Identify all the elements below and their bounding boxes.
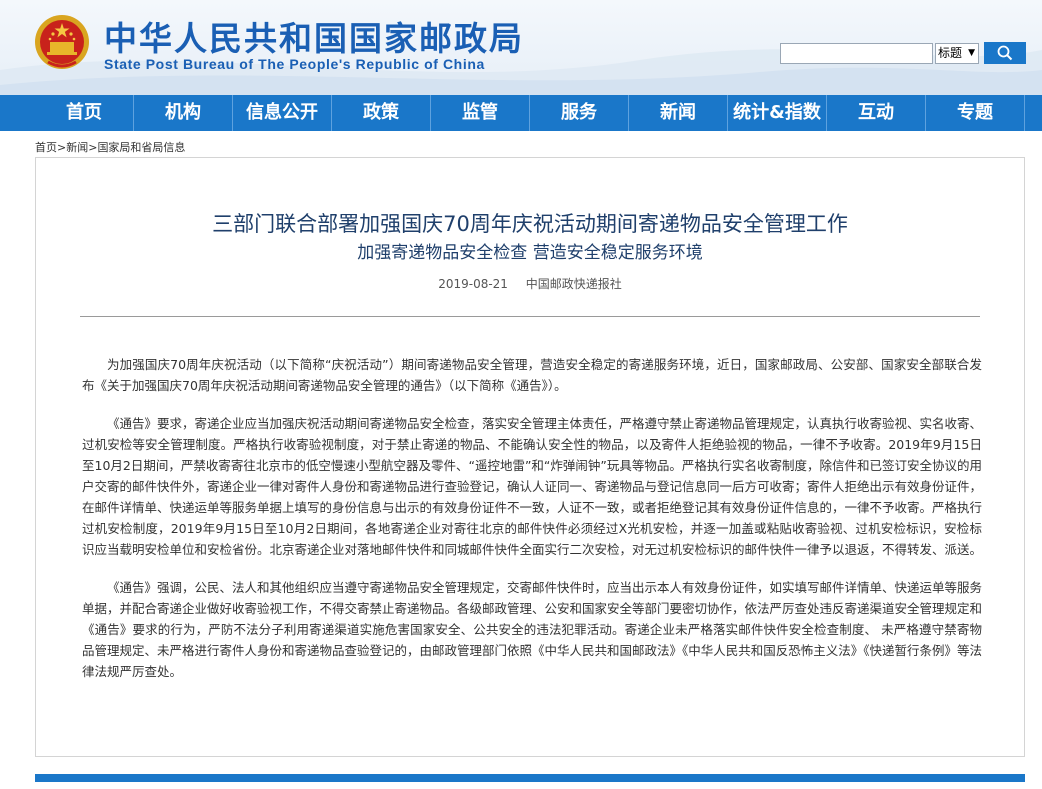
nav-item-policy[interactable]: 政策 bbox=[331, 95, 430, 131]
site-header: 中华人民共和国国家邮政局 State Post Bureau of The Pe… bbox=[0, 0, 1042, 95]
breadcrumb-link-bureau-info[interactable]: 国家局和省局信息 bbox=[97, 141, 185, 154]
footer-bar bbox=[35, 774, 1025, 782]
site-name-chinese: 中华人民共和国国家邮政局 bbox=[104, 19, 524, 58]
breadcrumb-link-news[interactable]: 新闻 bbox=[66, 141, 88, 154]
search-input[interactable] bbox=[780, 43, 933, 64]
nav-item-info-disclosure[interactable]: 信息公开 bbox=[232, 95, 331, 131]
article-date: 2019-08-21 bbox=[438, 277, 508, 291]
article-paragraph: 《通告》要求，寄递企业应当加强庆祝活动期间寄递物品安全检查，落实安全管理主体责任… bbox=[82, 416, 983, 557]
article-paragraph: 为加强国庆70周年庆祝活动（以下简称“庆祝活动”）期间寄递物品安全管理，营造安全… bbox=[82, 357, 982, 393]
article-meta: 2019-08-21 中国邮政快递报社 bbox=[36, 275, 1024, 292]
search-field-select[interactable]: 标题 ▼ bbox=[935, 43, 979, 64]
search-icon bbox=[997, 45, 1013, 61]
nav-bar: 首页 机构 信息公开 政策 监管 服务 新闻 统计&指数 互动 专题 bbox=[35, 95, 1025, 131]
nav-item-topics[interactable]: 专题 bbox=[925, 95, 1025, 131]
breadcrumb: 首页>新闻>国家局和省局信息 bbox=[35, 139, 185, 155]
article-container: 三部门联合部署加强国庆70周年庆祝活动期间寄递物品安全管理工作 加强寄递物品安全… bbox=[35, 157, 1025, 757]
nav-item-home[interactable]: 首页 bbox=[35, 95, 133, 131]
nav-item-supervision[interactable]: 监管 bbox=[430, 95, 529, 131]
breadcrumb-link-home[interactable]: 首页 bbox=[35, 141, 57, 154]
article-body: 为加强国庆70周年庆祝活动（以下简称“庆祝活动”）期间寄递物品安全管理，营造安全… bbox=[82, 354, 982, 699]
nav-item-news[interactable]: 新闻 bbox=[628, 95, 727, 131]
article-title: 三部门联合部署加强国庆70周年庆祝活动期间寄递物品安全管理工作 bbox=[212, 212, 848, 236]
nav-item-statistics[interactable]: 统计&指数 bbox=[727, 95, 826, 131]
chevron-down-icon: ▼ bbox=[968, 48, 975, 58]
nav-item-interaction[interactable]: 互动 bbox=[826, 95, 925, 131]
article-subtitle: 加强寄递物品安全检查 营造安全稳定服务环境 bbox=[357, 243, 703, 263]
site-name-english: State Post Bureau of The People's Republ… bbox=[104, 56, 485, 72]
main-nav: 首页 机构 信息公开 政策 监管 服务 新闻 统计&指数 互动 专题 bbox=[0, 95, 1042, 131]
nav-item-service[interactable]: 服务 bbox=[529, 95, 628, 131]
national-emblem-icon bbox=[35, 15, 89, 69]
article-paragraph: 《通告》强调，公民、法人和其他组织应当遵守寄递物品安全管理规定，交寄邮件快件时，… bbox=[82, 580, 983, 679]
article-source: 中国邮政快递报社 bbox=[525, 277, 622, 291]
search-select-value: 标题 bbox=[938, 46, 963, 60]
search-button[interactable] bbox=[984, 42, 1026, 64]
breadcrumb-separator: > bbox=[57, 141, 67, 154]
article-divider bbox=[80, 316, 980, 317]
nav-item-organization[interactable]: 机构 bbox=[133, 95, 232, 131]
